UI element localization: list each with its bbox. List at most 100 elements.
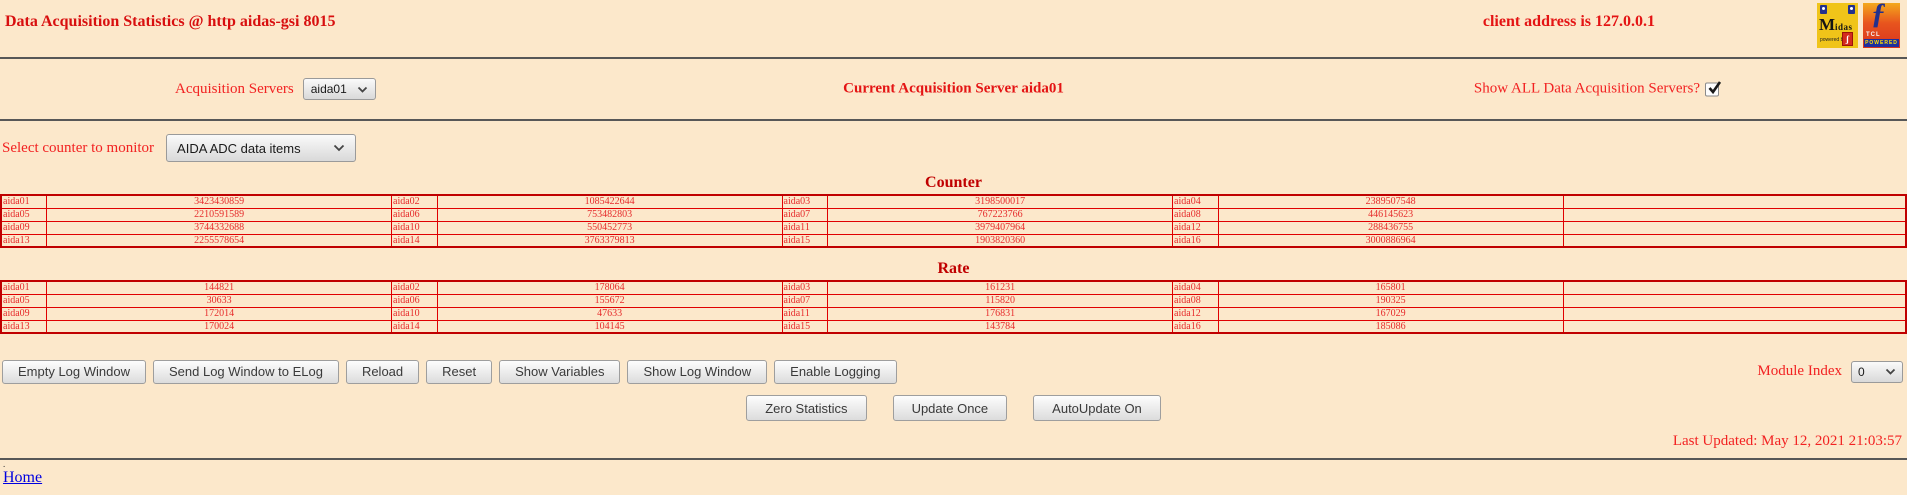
zero-statistics-button[interactable]: Zero Statistics	[746, 395, 867, 421]
cell-value: 2389507548	[1217, 194, 1564, 209]
reset-button[interactable]: Reset	[426, 359, 493, 384]
cell-filler	[1562, 280, 1907, 295]
cell-value: 30633	[46, 293, 393, 308]
cell-value: 155672	[436, 293, 783, 308]
header: Data Acquisition Statistics @ http aidas…	[0, 0, 1907, 57]
counter-select-row: Select counter to monitor AIDA ADC data …	[0, 121, 1907, 175]
cell-label: aida15	[781, 319, 829, 334]
module-index-select[interactable]: 0	[1851, 360, 1903, 383]
cell-value: 3423430859	[46, 194, 393, 209]
send-log-to-elog-button[interactable]: Send Log Window to ELog	[153, 359, 339, 384]
cell-label: aida03	[781, 194, 829, 209]
midas-logo[interactable]: Midas powered by ʃ	[1817, 3, 1858, 48]
counter-section-title: Counter	[925, 174, 982, 191]
cell-label: aida06	[391, 293, 438, 308]
cell-filler	[1562, 194, 1907, 209]
cell-label: aida05	[0, 207, 48, 222]
cell-label: aida14	[391, 233, 438, 248]
cell-filler	[1562, 233, 1907, 248]
cell-label: aida08	[1172, 207, 1219, 222]
cell-value: 3198500017	[827, 194, 1174, 209]
check-icon	[1708, 80, 1722, 94]
counter-table: aida01 3423430859 aida02 1085422644 aida03 31…	[0, 194, 1907, 248]
module-index-group: Module Index 0	[1757, 360, 1903, 383]
cell-value: 753482803	[436, 207, 783, 222]
logo-group: Midas powered by ʃ ƒ TCL POWERED	[1817, 3, 1900, 48]
cell-label: aida16	[1172, 319, 1219, 334]
client-address-text: client address is 127.0.0.1	[1482, 13, 1655, 30]
cell-value: 550452773	[436, 220, 783, 235]
cell-filler	[1562, 207, 1907, 222]
chevron-down-icon	[1885, 368, 1896, 375]
table-row: aida05 30633 aida06 155672 aida07 115820 aida0…	[0, 293, 1907, 308]
acquisition-server-select[interactable]: aida01	[302, 78, 376, 100]
cell-value: 190325	[1217, 293, 1564, 308]
server-row: Acquisition Servers aida01 Current Acqui…	[0, 59, 1907, 119]
cell-label: aida08	[1172, 293, 1219, 308]
cell-label: aida02	[391, 280, 438, 295]
cell-value: 104145	[436, 319, 783, 334]
cell-label: aida16	[1172, 233, 1219, 248]
current-server-text: Current Acquisition Server aida01	[843, 80, 1064, 97]
select-value: 0	[1858, 364, 1865, 379]
cell-value: 178064	[436, 280, 783, 295]
cell-label: aida02	[391, 194, 438, 209]
last-updated-text: Last Updated: May 12, 2021 21:03:57	[1672, 433, 1902, 449]
acquisition-servers-group: Acquisition Servers aida01	[175, 78, 376, 100]
update-once-button[interactable]: Update Once	[892, 395, 1008, 421]
table-row: aida01 3423430859 aida02 1085422644 aida03 31…	[0, 194, 1907, 209]
cell-label: aida11	[781, 220, 829, 235]
cell-label: aida11	[781, 306, 829, 321]
cell-value: 3000886964	[1217, 233, 1564, 248]
chevron-down-icon	[357, 86, 367, 93]
cell-label: aida07	[781, 207, 829, 222]
cell-value: 143784	[827, 319, 1174, 334]
empty-log-window-button[interactable]: Empty Log Window	[2, 359, 146, 384]
autoupdate-on-button[interactable]: AutoUpdate On	[1033, 395, 1161, 421]
enable-logging-button[interactable]: Enable Logging	[774, 359, 897, 384]
tcl-feather-icon: ƒ	[1871, 3, 1886, 30]
cell-value: 47633	[436, 306, 783, 321]
tcl-powered-text: POWERED	[1864, 39, 1899, 47]
table-row: aida05 2210591589 aida06 753482803 aida07 767…	[0, 207, 1907, 222]
select-value: aida01	[310, 82, 347, 96]
cell-label: aida12	[1172, 306, 1219, 321]
table-row: aida09 172014 aida10 47633 aida11 176831 aida1…	[0, 306, 1907, 321]
table-row: aida01 144821 aida02 178064 aida03 161231 aida…	[0, 280, 1907, 295]
rate-table: aida01 144821 aida02 178064 aida03 161231 aida…	[0, 280, 1907, 334]
cell-value: 2255578654	[46, 233, 393, 248]
select-value: AIDA ADC data items	[177, 140, 301, 156]
module-index-label: Module Index	[1757, 363, 1842, 379]
cell-value: 3744332688	[46, 220, 393, 235]
page-title: Data Acquisition Statistics @ http aidas…	[5, 13, 336, 30]
show-all-group: Show ALL Data Acquisition Servers?	[1474, 80, 1722, 98]
show-all-checkbox[interactable]	[1705, 80, 1722, 96]
show-variables-button[interactable]: Show Variables	[499, 359, 621, 384]
cell-label: aida09	[0, 220, 48, 235]
cell-label: aida10	[391, 220, 438, 235]
cell-label: aida01	[0, 194, 48, 209]
show-log-window-button[interactable]: Show Log Window	[627, 359, 768, 384]
chevron-down-icon	[333, 144, 345, 152]
home-link[interactable]: Home	[3, 469, 42, 487]
reload-button[interactable]: Reload	[345, 359, 420, 384]
cell-value: 446145623	[1217, 207, 1564, 222]
cell-label: aida04	[1172, 194, 1219, 209]
cell-value: 767223766	[827, 207, 1174, 222]
cell-value: 115820	[827, 293, 1174, 308]
cell-value: 176831	[827, 306, 1174, 321]
cell-value: 144821	[46, 280, 393, 295]
cell-label: aida04	[1172, 280, 1219, 295]
table-row: aida13 170024 aida14 104145 aida15 143784 aida…	[0, 319, 1907, 334]
cell-filler	[1562, 319, 1907, 334]
cell-label: aida05	[0, 293, 48, 308]
tcl-powered-logo[interactable]: ƒ TCL POWERED	[1863, 3, 1900, 48]
cell-value: 167029	[1217, 306, 1564, 321]
counter-monitor-select[interactable]: AIDA ADC data items	[166, 134, 357, 162]
current-server-text-wrap: Current Acquisition Server aida01	[843, 81, 1064, 98]
tcl-logo-text: TCL	[1866, 32, 1881, 38]
cell-label: aida01	[0, 280, 48, 295]
cell-label: aida10	[391, 306, 438, 321]
cell-filler	[1562, 293, 1907, 308]
cell-label: aida06	[391, 207, 438, 222]
